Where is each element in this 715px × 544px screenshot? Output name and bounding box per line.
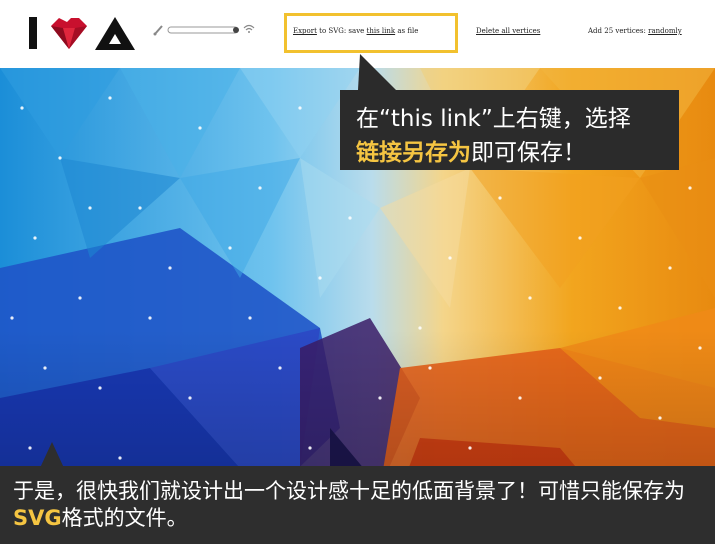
brush-icon: [153, 25, 163, 36]
callout-highlight: 链接另存为: [356, 140, 471, 166]
caption-part-1: 于是，很快我们就设计出一个设计感十足的低面背景了！可惜只能保存为: [13, 479, 685, 503]
caption-text: 于是，很快我们就设计出一个设计感十足的低面背景了！可惜只能保存为 SVG格式的文件…: [13, 478, 711, 532]
heart-gem-icon: [51, 18, 87, 49]
randomly-link[interactable]: randomly: [648, 27, 682, 35]
slider-handle[interactable]: [233, 27, 239, 33]
export-toolbar-group: Export to SVG: save this link as file: [293, 27, 418, 35]
export-link[interactable]: Export: [293, 27, 317, 35]
export-tail-text: as file: [395, 27, 419, 35]
logo: [29, 17, 135, 50]
callout-line-1: 在“this link”上右键，选择: [356, 106, 631, 132]
callout-line-2-rest: 即可保存！: [471, 140, 586, 166]
callout-text: 在“this link”上右键，选择 链接另存为即可保存！: [356, 102, 671, 170]
delete-vertices-label[interactable]: Delete all vertices: [476, 27, 540, 35]
export-mid-text: to SVG: save: [316, 27, 367, 35]
delete-vertices-link[interactable]: Delete all vertices: [476, 27, 540, 35]
logo-i-icon: [29, 17, 37, 49]
delta-icon: [95, 17, 135, 50]
instruction-callout: 在“this link”上右键，选择 链接另存为即可保存！: [340, 54, 679, 170]
this-link[interactable]: this link: [367, 27, 396, 35]
caption-svg-word: SVG: [13, 506, 62, 530]
caption-part-2: 格式的文件。: [61, 506, 188, 530]
brush-size-slider[interactable]: [152, 20, 262, 40]
callout-pointer: [358, 54, 396, 90]
add-vertices-prefix: Add 25 vertices:: [588, 27, 649, 35]
signal-icon: [243, 24, 255, 33]
caption-pointer: [40, 442, 64, 468]
callout-line-2: 链接另存为即可保存！: [356, 136, 671, 170]
add-vertices-group: Add 25 vertices: randomly: [588, 27, 682, 35]
